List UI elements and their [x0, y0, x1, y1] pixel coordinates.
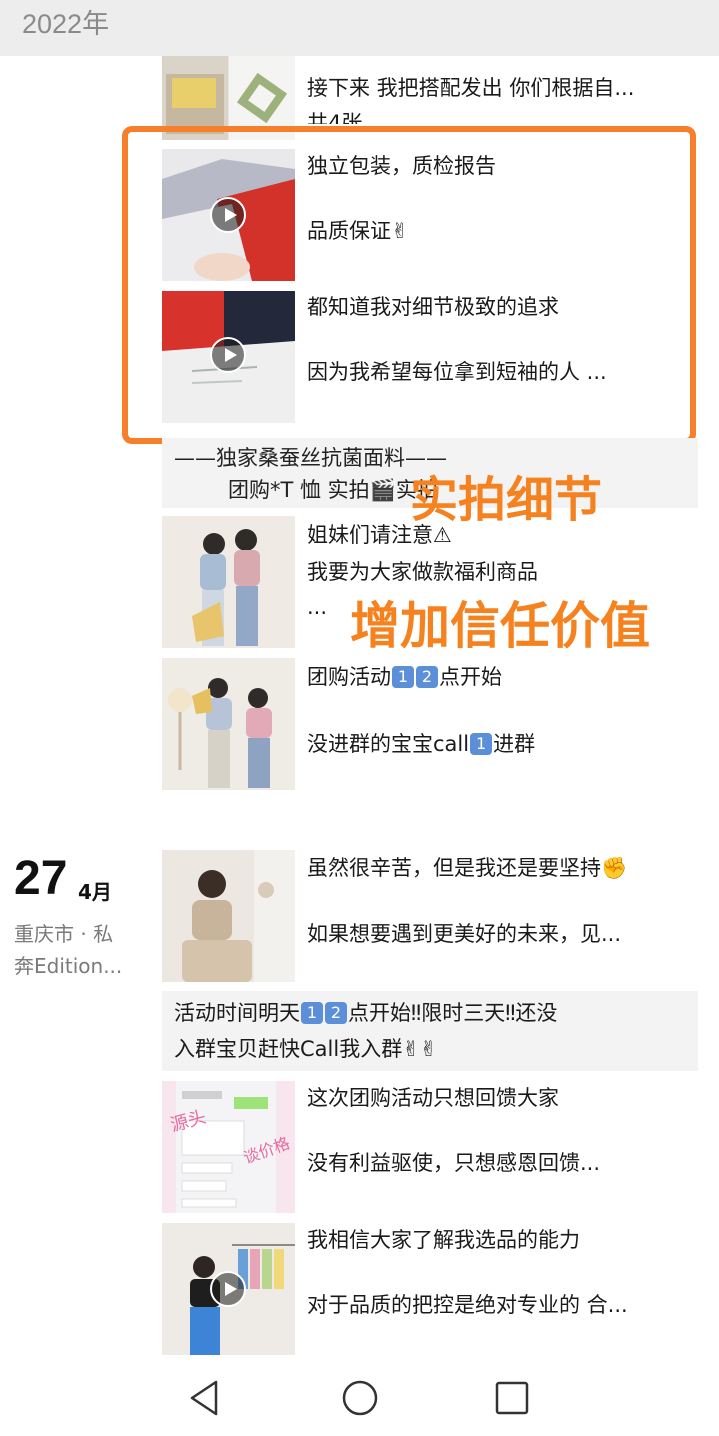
post-caption-line2[interactable]: 没有利益驱使，只想感恩回馈...: [307, 1148, 697, 1178]
post-thumbnail[interactable]: [162, 658, 295, 790]
post-caption[interactable]: 接下来 我把搭配发出 你们根据自...: [307, 73, 697, 103]
caption-text: 点开始: [439, 665, 502, 689]
caption-text: 团购活动: [307, 665, 391, 689]
post-thumbnail[interactable]: 源头 谈价格: [162, 1081, 295, 1213]
shared-text-line1: 活动时间明天 1 2 点开始‼限时三天‼还没: [174, 997, 557, 1027]
post-image-count: 共4张: [307, 111, 363, 124]
date-month: 4月: [78, 880, 112, 904]
post-caption-line2[interactable]: 如果想要遇到更美好的未来，见...: [307, 919, 697, 949]
shared-text-line2: 入群宝贝赶快Call我入群✌✌: [174, 1037, 438, 1061]
model-photo: [162, 850, 295, 982]
shared-article-title: ——独家桑蚕丝抗菌面料——: [174, 446, 447, 470]
back-icon[interactable]: [186, 1378, 226, 1418]
models-photo: [162, 516, 295, 648]
location-line1[interactable]: 重庆市 · 私: [14, 918, 113, 947]
location-line2[interactable]: 奔Edition...: [14, 950, 122, 979]
post-caption[interactable]: 这次团购活动只想回馈大家: [307, 1083, 697, 1113]
annotation-text: 实拍细节: [410, 472, 603, 528]
number-one-icon: 1: [392, 666, 414, 688]
date-day: 27: [14, 852, 68, 905]
number-one-icon: 1: [470, 733, 493, 755]
play-icon: [210, 1271, 246, 1307]
post-thumbnail-video[interactable]: [162, 1223, 295, 1355]
system-navigation-bar: [0, 1356, 719, 1436]
post-caption-line2[interactable]: 对于品质的把控是绝对专业的 合...: [307, 1290, 697, 1320]
shared-text-post[interactable]: 活动时间明天 1 2 点开始‼限时三天‼还没 入群宝贝赶快Call我入群✌✌: [162, 991, 698, 1071]
shared-article-subtitle: 团购*T 恤 实拍🎬实拍: [228, 478, 438, 502]
post-caption-line2[interactable]: 我要为大家做款福利商品: [307, 557, 687, 587]
number-two-icon: 2: [416, 666, 438, 688]
post-caption-line2[interactable]: 没进群的宝宝call 1 进群: [307, 729, 687, 759]
post-caption[interactable]: 团购活动 1 2 点开始: [307, 662, 687, 692]
caption-text: 进群: [493, 732, 536, 756]
shared-text: 点开始‼限时三天‼还没: [348, 1001, 558, 1025]
post-thumbnail[interactable]: [162, 516, 295, 648]
post-caption[interactable]: 虽然很辛苦，但是我还是要坚持✊: [307, 853, 697, 883]
home-icon[interactable]: [340, 1378, 380, 1418]
annotation-text: 增加信任价值: [350, 597, 650, 655]
year-header: 2022年: [0, 0, 719, 56]
number-two-icon: 2: [325, 1002, 347, 1024]
caption-text: 没进群的宝宝call: [307, 732, 470, 756]
number-one-icon: 1: [301, 1002, 323, 1024]
year-label: 2022年: [22, 9, 110, 39]
post-caption[interactable]: 我相信大家了解我选品的能力: [307, 1225, 697, 1255]
models-photo: [162, 658, 295, 790]
shared-text: 活动时间明天: [174, 1001, 300, 1025]
post-thumbnail[interactable]: [162, 850, 295, 982]
highlight-frame: [122, 126, 696, 444]
recents-icon[interactable]: [492, 1378, 532, 1418]
